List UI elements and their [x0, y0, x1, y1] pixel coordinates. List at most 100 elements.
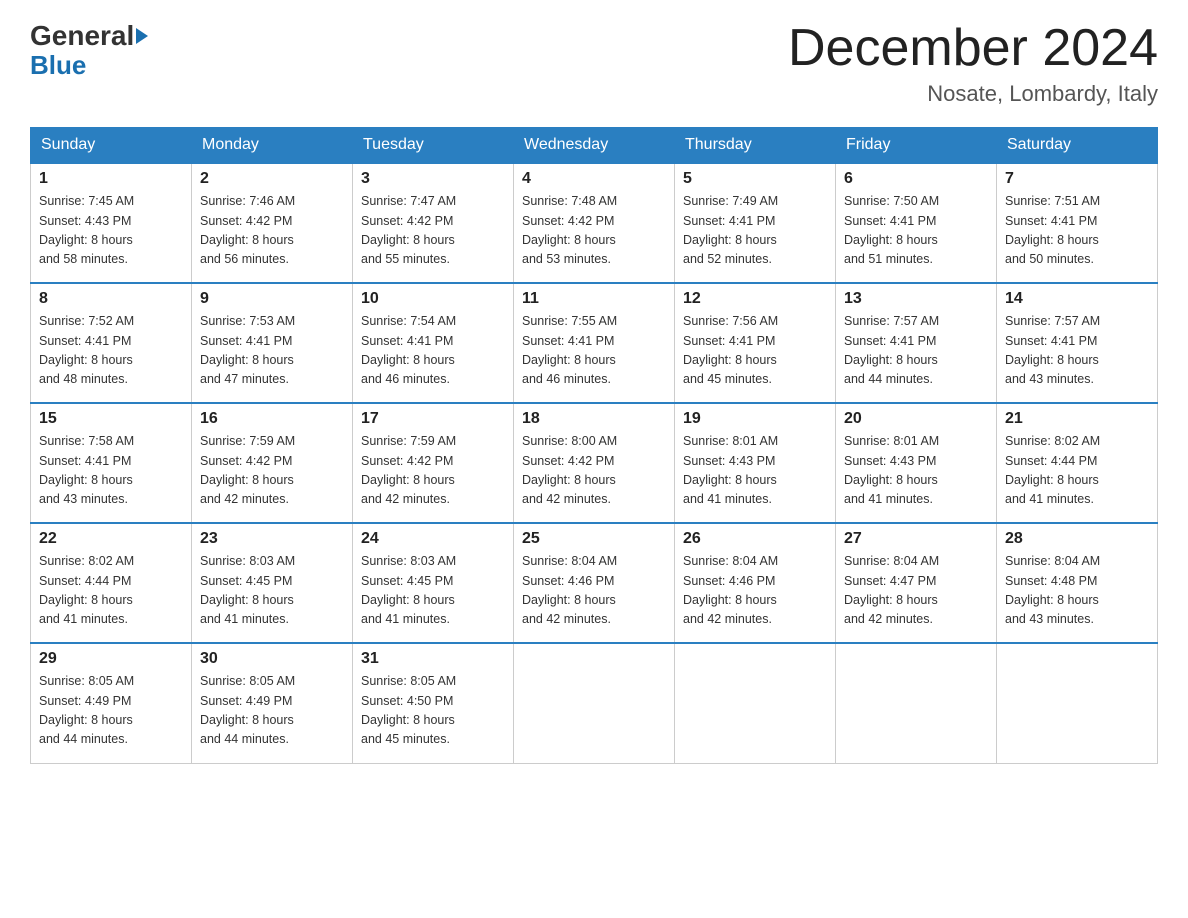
day-info: Sunrise: 7:47 AM Sunset: 4:42 PM Dayligh… [361, 192, 505, 270]
logo-blue-text: Blue [30, 50, 86, 81]
calendar-cell: 21 Sunrise: 8:02 AM Sunset: 4:44 PM Dayl… [997, 403, 1158, 523]
day-info: Sunrise: 8:01 AM Sunset: 4:43 PM Dayligh… [683, 432, 827, 510]
day-number: 9 [200, 290, 344, 308]
calendar-cell: 7 Sunrise: 7:51 AM Sunset: 4:41 PM Dayli… [997, 163, 1158, 283]
day-number: 16 [200, 410, 344, 428]
calendar-cell: 31 Sunrise: 8:05 AM Sunset: 4:50 PM Dayl… [353, 643, 514, 763]
day-info: Sunrise: 7:56 AM Sunset: 4:41 PM Dayligh… [683, 312, 827, 390]
calendar-cell [836, 643, 997, 763]
day-number: 21 [1005, 410, 1149, 428]
day-info: Sunrise: 7:49 AM Sunset: 4:41 PM Dayligh… [683, 192, 827, 270]
calendar-cell: 27 Sunrise: 8:04 AM Sunset: 4:47 PM Dayl… [836, 523, 997, 643]
day-number: 18 [522, 410, 666, 428]
logo: General Blue [30, 20, 150, 81]
page-header: General Blue December 2024 Nosate, Lomba… [30, 20, 1158, 107]
day-info: Sunrise: 7:58 AM Sunset: 4:41 PM Dayligh… [39, 432, 183, 510]
calendar-cell: 5 Sunrise: 7:49 AM Sunset: 4:41 PM Dayli… [675, 163, 836, 283]
day-info: Sunrise: 7:59 AM Sunset: 4:42 PM Dayligh… [361, 432, 505, 510]
calendar-cell: 11 Sunrise: 7:55 AM Sunset: 4:41 PM Dayl… [514, 283, 675, 403]
calendar-cell: 23 Sunrise: 8:03 AM Sunset: 4:45 PM Dayl… [192, 523, 353, 643]
day-number: 19 [683, 410, 827, 428]
calendar-body: 1 Sunrise: 7:45 AM Sunset: 4:43 PM Dayli… [31, 163, 1158, 763]
day-info: Sunrise: 7:52 AM Sunset: 4:41 PM Dayligh… [39, 312, 183, 390]
calendar-cell: 12 Sunrise: 7:56 AM Sunset: 4:41 PM Dayl… [675, 283, 836, 403]
day-number: 30 [200, 650, 344, 668]
day-number: 24 [361, 530, 505, 548]
week-row-4: 22 Sunrise: 8:02 AM Sunset: 4:44 PM Dayl… [31, 523, 1158, 643]
day-info: Sunrise: 8:05 AM Sunset: 4:50 PM Dayligh… [361, 672, 505, 750]
day-number: 5 [683, 170, 827, 188]
day-number: 20 [844, 410, 988, 428]
calendar-cell: 6 Sunrise: 7:50 AM Sunset: 4:41 PM Dayli… [836, 163, 997, 283]
logo-general-text: General [30, 20, 134, 52]
day-number: 14 [1005, 290, 1149, 308]
column-header-friday: Friday [836, 128, 997, 164]
calendar-cell: 28 Sunrise: 8:04 AM Sunset: 4:48 PM Dayl… [997, 523, 1158, 643]
day-info: Sunrise: 7:45 AM Sunset: 4:43 PM Dayligh… [39, 192, 183, 270]
day-info: Sunrise: 8:02 AM Sunset: 4:44 PM Dayligh… [39, 552, 183, 630]
calendar-cell [514, 643, 675, 763]
day-number: 27 [844, 530, 988, 548]
calendar-header: SundayMondayTuesdayWednesdayThursdayFrid… [31, 128, 1158, 164]
day-info: Sunrise: 7:53 AM Sunset: 4:41 PM Dayligh… [200, 312, 344, 390]
day-number: 6 [844, 170, 988, 188]
calendar-cell: 3 Sunrise: 7:47 AM Sunset: 4:42 PM Dayli… [353, 163, 514, 283]
week-row-3: 15 Sunrise: 7:58 AM Sunset: 4:41 PM Dayl… [31, 403, 1158, 523]
day-number: 29 [39, 650, 183, 668]
column-header-tuesday: Tuesday [353, 128, 514, 164]
day-number: 25 [522, 530, 666, 548]
column-header-wednesday: Wednesday [514, 128, 675, 164]
calendar-cell: 13 Sunrise: 7:57 AM Sunset: 4:41 PM Dayl… [836, 283, 997, 403]
day-info: Sunrise: 8:03 AM Sunset: 4:45 PM Dayligh… [200, 552, 344, 630]
column-header-sunday: Sunday [31, 128, 192, 164]
day-info: Sunrise: 8:00 AM Sunset: 4:42 PM Dayligh… [522, 432, 666, 510]
calendar-cell: 9 Sunrise: 7:53 AM Sunset: 4:41 PM Dayli… [192, 283, 353, 403]
day-number: 13 [844, 290, 988, 308]
day-number: 17 [361, 410, 505, 428]
day-number: 22 [39, 530, 183, 548]
month-year-title: December 2024 [788, 20, 1158, 77]
day-info: Sunrise: 7:48 AM Sunset: 4:42 PM Dayligh… [522, 192, 666, 270]
calendar-cell: 2 Sunrise: 7:46 AM Sunset: 4:42 PM Dayli… [192, 163, 353, 283]
day-number: 15 [39, 410, 183, 428]
day-info: Sunrise: 8:04 AM Sunset: 4:47 PM Dayligh… [844, 552, 988, 630]
calendar-cell: 26 Sunrise: 8:04 AM Sunset: 4:46 PM Dayl… [675, 523, 836, 643]
calendar-cell: 4 Sunrise: 7:48 AM Sunset: 4:42 PM Dayli… [514, 163, 675, 283]
day-number: 1 [39, 170, 183, 188]
day-info: Sunrise: 8:04 AM Sunset: 4:46 PM Dayligh… [522, 552, 666, 630]
day-number: 8 [39, 290, 183, 308]
location-subtitle: Nosate, Lombardy, Italy [788, 81, 1158, 107]
title-block: December 2024 Nosate, Lombardy, Italy [788, 20, 1158, 107]
day-info: Sunrise: 7:57 AM Sunset: 4:41 PM Dayligh… [1005, 312, 1149, 390]
day-number: 26 [683, 530, 827, 548]
week-row-1: 1 Sunrise: 7:45 AM Sunset: 4:43 PM Dayli… [31, 163, 1158, 283]
day-info: Sunrise: 7:54 AM Sunset: 4:41 PM Dayligh… [361, 312, 505, 390]
calendar-cell: 1 Sunrise: 7:45 AM Sunset: 4:43 PM Dayli… [31, 163, 192, 283]
column-header-saturday: Saturday [997, 128, 1158, 164]
calendar-cell: 16 Sunrise: 7:59 AM Sunset: 4:42 PM Dayl… [192, 403, 353, 523]
day-info: Sunrise: 8:05 AM Sunset: 4:49 PM Dayligh… [39, 672, 183, 750]
week-row-2: 8 Sunrise: 7:52 AM Sunset: 4:41 PM Dayli… [31, 283, 1158, 403]
calendar-cell: 22 Sunrise: 8:02 AM Sunset: 4:44 PM Dayl… [31, 523, 192, 643]
column-header-monday: Monday [192, 128, 353, 164]
day-info: Sunrise: 7:55 AM Sunset: 4:41 PM Dayligh… [522, 312, 666, 390]
day-number: 28 [1005, 530, 1149, 548]
calendar-cell: 25 Sunrise: 8:04 AM Sunset: 4:46 PM Dayl… [514, 523, 675, 643]
calendar-cell: 18 Sunrise: 8:00 AM Sunset: 4:42 PM Dayl… [514, 403, 675, 523]
calendar-cell: 14 Sunrise: 7:57 AM Sunset: 4:41 PM Dayl… [997, 283, 1158, 403]
day-info: Sunrise: 8:05 AM Sunset: 4:49 PM Dayligh… [200, 672, 344, 750]
calendar-table: SundayMondayTuesdayWednesdayThursdayFrid… [30, 127, 1158, 764]
calendar-cell: 24 Sunrise: 8:03 AM Sunset: 4:45 PM Dayl… [353, 523, 514, 643]
day-info: Sunrise: 8:04 AM Sunset: 4:48 PM Dayligh… [1005, 552, 1149, 630]
calendar-cell: 8 Sunrise: 7:52 AM Sunset: 4:41 PM Dayli… [31, 283, 192, 403]
calendar-cell: 19 Sunrise: 8:01 AM Sunset: 4:43 PM Dayl… [675, 403, 836, 523]
day-number: 2 [200, 170, 344, 188]
day-number: 3 [361, 170, 505, 188]
day-info: Sunrise: 7:46 AM Sunset: 4:42 PM Dayligh… [200, 192, 344, 270]
calendar-cell [997, 643, 1158, 763]
calendar-cell [675, 643, 836, 763]
day-info: Sunrise: 8:04 AM Sunset: 4:46 PM Dayligh… [683, 552, 827, 630]
calendar-cell: 17 Sunrise: 7:59 AM Sunset: 4:42 PM Dayl… [353, 403, 514, 523]
day-number: 12 [683, 290, 827, 308]
header-row: SundayMondayTuesdayWednesdayThursdayFrid… [31, 128, 1158, 164]
